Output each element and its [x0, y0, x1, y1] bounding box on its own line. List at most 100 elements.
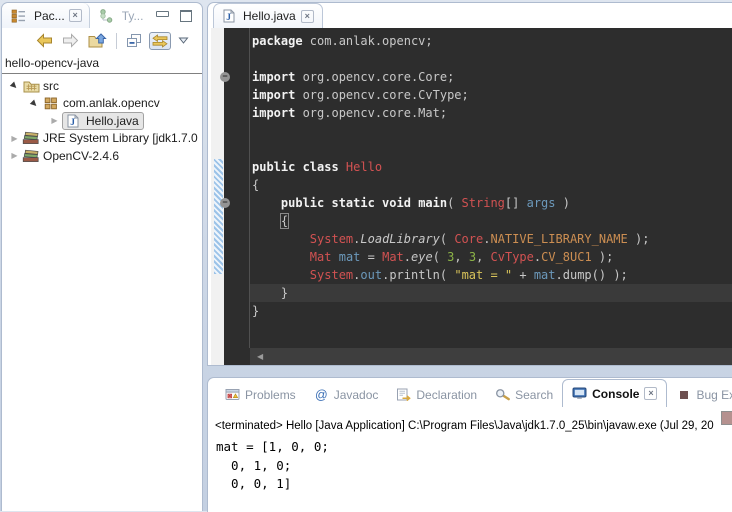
- code-editor[interactable]: package com.anlak.opencv; import org.open…: [224, 28, 732, 365]
- range-indicator: [214, 159, 223, 274]
- close-icon[interactable]: ×: [301, 10, 314, 23]
- svg-text:@: @: [315, 388, 328, 401]
- tab-label: Search: [515, 388, 553, 402]
- horizontal-scrollbar[interactable]: ◀: [250, 348, 732, 365]
- tab-label: Javadoc: [334, 388, 379, 402]
- tree-item-com-anlak-opencv[interactable]: ▶ com.anlak.opencv: [2, 95, 202, 113]
- console-view: <terminated> Hello [Java Application] C:…: [208, 407, 732, 494]
- editor-panel: J Hello.java × package com.anlak.opencv;…: [207, 2, 732, 366]
- console-panel: Problems @ Javadoc Declaration Search Console…: [207, 377, 732, 512]
- code-line: {: [250, 212, 732, 230]
- scroll-left-arrow-icon[interactable]: ◀: [257, 352, 263, 361]
- tab-package-explorer[interactable]: Pac... ×: [2, 3, 90, 28]
- tab-problems[interactable]: Problems: [216, 382, 305, 407]
- tab-label: Ty...: [122, 9, 144, 23]
- code-line: package com.anlak.opencv;: [250, 32, 732, 50]
- tab-label: Console: [592, 387, 639, 401]
- type-hierarchy-icon: [97, 9, 115, 23]
- tree-expand-arrow-icon[interactable]: ▶: [26, 95, 43, 112]
- svg-text:J: J: [226, 13, 231, 23]
- forward-arrow-icon[interactable]: [60, 32, 81, 49]
- package-explorer-icon: [9, 9, 27, 23]
- tree-item-label: JRE System Library [jdk1.7.0: [43, 131, 198, 145]
- tree-item-label: com.anlak.opencv: [63, 96, 160, 110]
- tab-label: Bug Explorer: [696, 388, 732, 402]
- console-icon: [572, 387, 587, 401]
- back-arrow-icon[interactable]: [34, 32, 55, 49]
- terminate-icon[interactable]: [721, 411, 732, 425]
- tree-item-src[interactable]: ▶ src: [2, 77, 202, 95]
- tree-expand-arrow-icon[interactable]: ▶: [7, 151, 22, 160]
- code-line: import org.opencv.core.Core;: [250, 68, 732, 86]
- problems-icon: [225, 388, 240, 402]
- view-window-buttons: [156, 3, 202, 28]
- maximize-icon[interactable]: [180, 10, 192, 22]
- selected-item-box: J Hello.java: [62, 112, 144, 130]
- link-with-editor-icon[interactable]: [149, 32, 171, 50]
- java-file-icon: J: [64, 114, 82, 128]
- code-line: [250, 122, 732, 140]
- search-icon: [495, 388, 510, 402]
- tab-label: Hello.java: [243, 9, 296, 23]
- package-folder-icon: [22, 79, 40, 93]
- declaration-icon: [396, 388, 411, 402]
- tab-bug-explorer[interactable]: Bug Explorer: [667, 382, 732, 407]
- tab-type-hierarchy[interactable]: Ty...: [90, 3, 151, 28]
- editor-content: package com.anlak.opencv; import org.open…: [208, 28, 732, 365]
- code-line: [250, 50, 732, 68]
- code-line: Mat mat = Mat.eye( 3, 3, CvType.CV_8UC1 …: [250, 248, 732, 266]
- tree-item-label: Hello.java: [86, 114, 139, 128]
- tab-declaration[interactable]: Declaration: [387, 382, 486, 407]
- tree-item-jre-system-library-jdk1-7-0[interactable]: ▶ JRE System Library [jdk1.7.0: [2, 130, 202, 148]
- project-tree: ▶src▶com.anlak.opencv▶JHello.java▶JRE Sy…: [2, 74, 202, 165]
- fold-collapse-icon[interactable]: −: [220, 72, 230, 82]
- view-menu-icon[interactable]: [176, 35, 191, 46]
- collapse-all-icon[interactable]: [124, 32, 144, 49]
- code-line: System.LoadLibrary( Core.NATIVE_LIBRARY_…: [250, 230, 732, 248]
- toolbar-separator: [116, 33, 117, 49]
- fold-collapse-icon[interactable]: −: [220, 198, 230, 208]
- code-line: import org.opencv.core.Mat;: [250, 104, 732, 122]
- code-line: }: [250, 284, 732, 302]
- tree-item-label: src: [43, 79, 59, 93]
- close-icon[interactable]: ×: [69, 9, 82, 22]
- console-output[interactable]: mat = [1, 0, 0; 0, 1, 0; 0, 0, 1]: [216, 438, 732, 494]
- library-icon: [22, 149, 40, 163]
- minimize-icon[interactable]: [156, 11, 169, 17]
- code-line: import org.opencv.core.CvType;: [250, 86, 732, 104]
- library-icon: [22, 131, 40, 145]
- code-line: System.out.println( "mat = " + mat.dump(…: [250, 266, 732, 284]
- svg-text:J: J: [70, 118, 75, 128]
- code-line: public class Hello: [250, 158, 732, 176]
- editor-tab-bar: J Hello.java ×: [208, 3, 732, 28]
- console-tab-bar: Problems @ Javadoc Declaration Search Console…: [208, 378, 732, 407]
- close-icon[interactable]: ×: [644, 387, 657, 400]
- code-area[interactable]: package com.anlak.opencv; import org.open…: [250, 28, 732, 348]
- code-line: public static void main( String[] args ): [250, 194, 732, 212]
- tree-expand-arrow-icon[interactable]: ▶: [6, 77, 23, 94]
- tree-item-label: OpenCV-2.4.6: [43, 149, 119, 163]
- project-name: hello-opencv-java: [2, 53, 202, 74]
- tab-console[interactable]: Console ×: [562, 379, 667, 407]
- tab-label: Declaration: [416, 388, 477, 402]
- explorer-toolbar: [2, 28, 202, 53]
- up-folder-icon[interactable]: [86, 32, 109, 50]
- explorer-tab-bar: Pac... × Ty...: [2, 3, 202, 28]
- code-line: {: [250, 176, 732, 194]
- bug-icon: [676, 388, 691, 402]
- package-explorer-panel: Pac... × Ty... hello-opencv-java ▶src▶co…: [1, 2, 203, 511]
- tab-hello-java[interactable]: J Hello.java ×: [213, 3, 323, 28]
- tab-search[interactable]: Search: [486, 382, 562, 407]
- tree-item-hello-java[interactable]: ▶ J Hello.java: [2, 112, 202, 130]
- tree-expand-arrow-icon[interactable]: ▶: [47, 116, 62, 125]
- code-line: [250, 140, 732, 158]
- java-file-icon: J: [222, 9, 235, 23]
- launch-status-line: <terminated> Hello [Java Application] C:…: [215, 420, 732, 432]
- tab-label: Problems: [245, 388, 296, 402]
- tab-javadoc[interactable]: @ Javadoc: [305, 382, 388, 407]
- code-line: }: [250, 302, 732, 320]
- tab-label: Pac...: [34, 9, 65, 23]
- tree-expand-arrow-icon[interactable]: ▶: [7, 134, 22, 143]
- javadoc-icon: @: [314, 388, 329, 402]
- tree-item-opencv-2-4-6[interactable]: ▶ OpenCV-2.4.6: [2, 147, 202, 165]
